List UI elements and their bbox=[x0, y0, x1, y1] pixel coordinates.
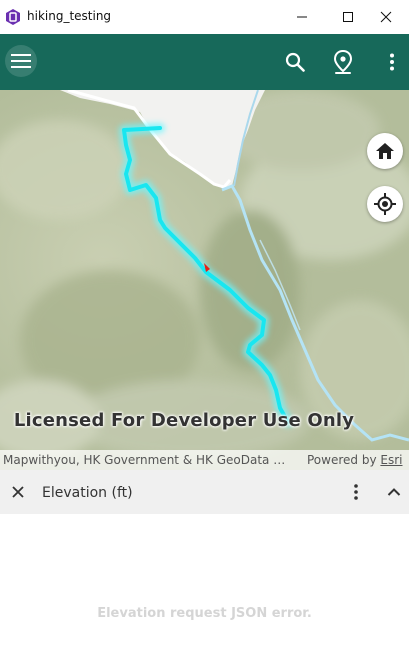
search-button[interactable] bbox=[281, 48, 309, 76]
chevron-up-icon bbox=[387, 488, 401, 496]
close-window-button[interactable] bbox=[363, 0, 409, 34]
window-title: hiking_testing bbox=[27, 9, 112, 23]
my-location-icon bbox=[374, 193, 396, 215]
location-pin-icon bbox=[333, 50, 353, 74]
menu-button[interactable] bbox=[5, 45, 37, 77]
my-location-button[interactable] bbox=[367, 186, 403, 222]
close-icon bbox=[12, 486, 24, 498]
app-toolbar bbox=[0, 34, 409, 90]
menu-icon bbox=[11, 54, 31, 68]
home-button[interactable] bbox=[367, 133, 403, 169]
elevation-options-button[interactable] bbox=[346, 482, 366, 502]
elevation-error-message: Elevation request JSON error. bbox=[97, 606, 312, 621]
map-view[interactable]: Licensed For Developer Use Only Mapwithy… bbox=[0, 90, 409, 470]
app-icon bbox=[6, 9, 20, 25]
more-vert-icon bbox=[354, 484, 358, 500]
minimize-button[interactable] bbox=[279, 0, 325, 34]
window-titlebar: hiking_testing bbox=[0, 0, 409, 34]
location-pin-button[interactable] bbox=[329, 48, 357, 76]
expand-panel-button[interactable] bbox=[384, 482, 404, 502]
minimize-icon bbox=[297, 16, 307, 18]
elevation-panel-header: Elevation (ft) bbox=[0, 470, 409, 514]
maximize-icon bbox=[343, 12, 353, 22]
powered-by-label: Powered by bbox=[307, 453, 377, 467]
license-watermark: Licensed For Developer Use Only bbox=[13, 410, 355, 431]
close-icon bbox=[380, 11, 392, 23]
attribution-text[interactable]: Mapwithyou, HK Government & HK GeoData … bbox=[3, 453, 285, 467]
map-attribution-bar: Mapwithyou, HK Government & HK GeoData …… bbox=[0, 450, 409, 470]
close-elevation-button[interactable] bbox=[8, 482, 28, 502]
powered-by: Powered by Esri bbox=[307, 453, 403, 467]
elevation-panel-title: Elevation (ft) bbox=[42, 485, 133, 501]
elevation-panel-body: Elevation request JSON error. bbox=[0, 514, 409, 663]
more-options-button[interactable] bbox=[378, 48, 406, 76]
home-icon bbox=[376, 143, 394, 159]
search-icon bbox=[285, 52, 305, 72]
more-vert-icon bbox=[390, 53, 394, 71]
esri-link[interactable]: Esri bbox=[380, 453, 402, 467]
